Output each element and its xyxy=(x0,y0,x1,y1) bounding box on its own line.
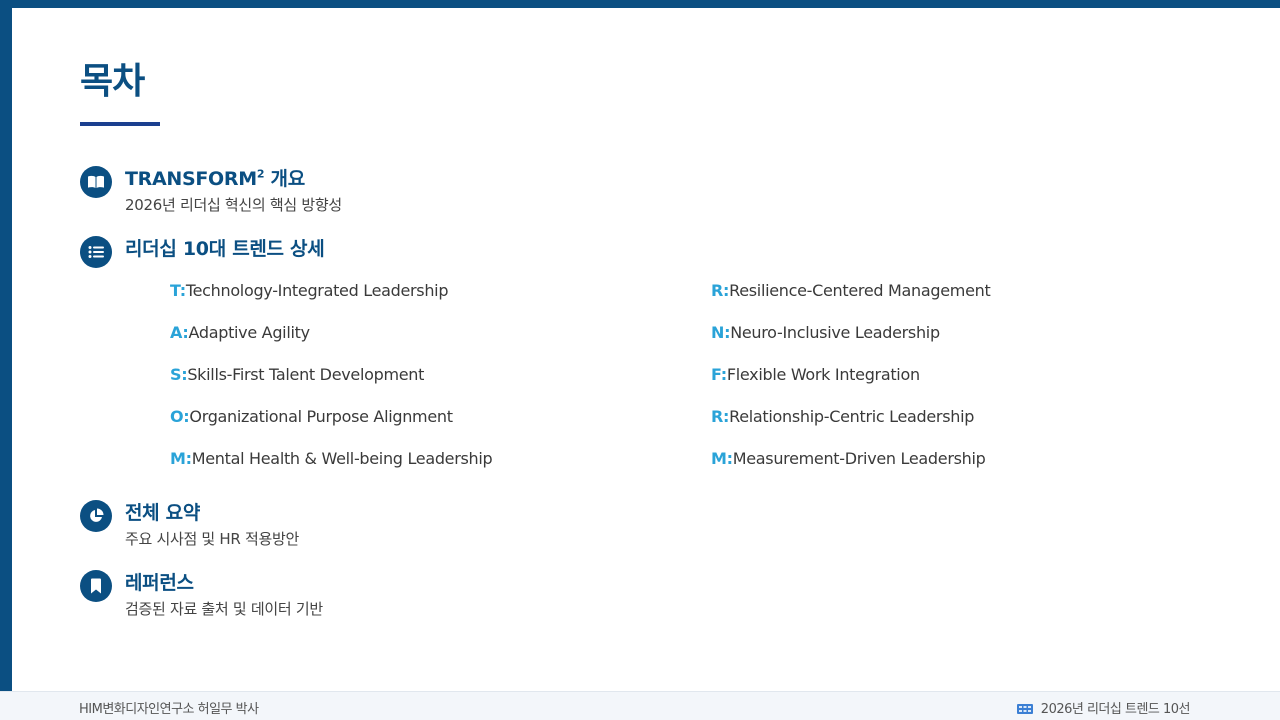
left-accent-bar xyxy=(0,0,12,691)
section-heading: TRANSFORM2 개요 xyxy=(125,167,305,190)
trend-item: O:Organizational Purpose Alignment xyxy=(170,407,453,426)
section-subtitle: 주요 시사점 및 HR 적용방안 xyxy=(125,530,299,548)
section-heading: 전체 요약 xyxy=(125,502,201,524)
list-icon xyxy=(80,236,112,268)
table-icon xyxy=(1016,703,1033,714)
section-subtitle: 검증된 자료 출처 및 데이터 기반 xyxy=(125,600,323,618)
trend-item: M:Measurement-Driven Leadership xyxy=(711,449,986,468)
section-heading: 리더십 10대 트렌드 상세 xyxy=(125,238,325,260)
trend-item: T:Technology-Integrated Leadership xyxy=(170,281,449,300)
trend-item: R:Relationship-Centric Leadership xyxy=(711,407,975,426)
footer-title: 2026년 리더십 트렌드 10선 xyxy=(1016,698,1191,717)
footer-title-text: 2026년 리더십 트렌드 10선 xyxy=(1040,702,1191,717)
footer: HIM변화디자인연구소 허일무 박사 2026년 리더십 트렌드 10선 xyxy=(0,691,1280,720)
trend-item: S:Skills-First Talent Development xyxy=(170,365,425,384)
section-heading: 레퍼런스 xyxy=(125,572,194,594)
section-subtitle: 2026년 리더십 혁신의 핵심 방향성 xyxy=(125,196,342,214)
book-open-icon xyxy=(80,166,112,198)
footer-author: HIM변화디자인연구소 허일무 박사 xyxy=(79,702,259,717)
bookmark-icon xyxy=(80,570,112,602)
trend-item: R:Resilience-Centered Management xyxy=(711,281,991,300)
pie-chart-icon xyxy=(80,500,112,532)
top-accent-bar xyxy=(0,0,1280,8)
trend-item: F:Flexible Work Integration xyxy=(711,365,920,384)
trend-item: M:Mental Health & Well-being Leadership xyxy=(170,449,493,468)
trend-item: N:Neuro-Inclusive Leadership xyxy=(711,323,940,342)
page-title: 목차 xyxy=(80,61,145,102)
title-underline xyxy=(80,122,160,126)
trend-item: A:Adaptive Agility xyxy=(170,323,310,342)
